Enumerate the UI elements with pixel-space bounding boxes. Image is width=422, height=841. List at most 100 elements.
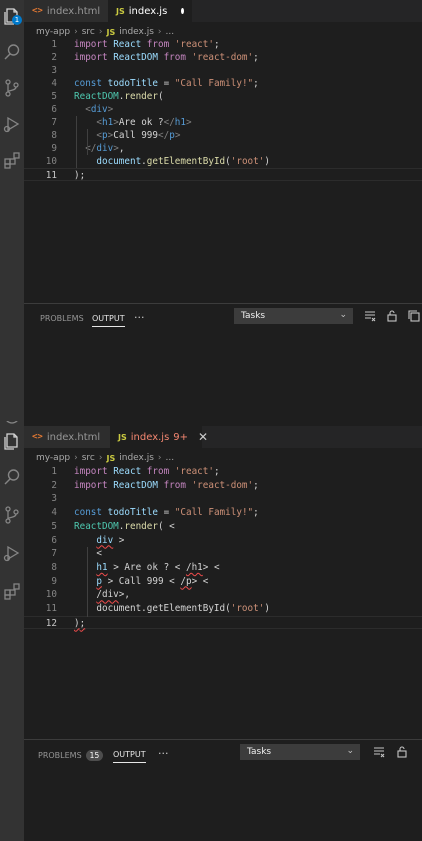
code-token: React: [113, 466, 147, 477]
line-number: 1: [51, 39, 57, 50]
tab-label: index.html: [46, 431, 101, 443]
code-line[interactable]: 3: [24, 492, 422, 505]
code-line[interactable]: 3: [24, 64, 422, 77]
code-token: document.: [96, 603, 147, 614]
tab-output[interactable]: OUTPUT: [113, 750, 146, 763]
code-token: ;: [253, 78, 259, 89]
copy-icon[interactable]: [407, 309, 421, 323]
code-token: ;: [253, 52, 259, 63]
tab-index-js[interactable]: JS index.js: [108, 0, 192, 22]
code-token: =: [163, 507, 175, 519]
code-line[interactable]: 10 /div>,: [24, 588, 422, 601]
code-line[interactable]: 6 <div>: [24, 103, 422, 116]
code-editor[interactable]: 1 import React from 'react'; 2 import React…: [24, 38, 422, 298]
code-text: document.getElementById('root'): [74, 155, 270, 168]
run-debug-icon[interactable]: [2, 543, 22, 563]
code-line[interactable]: 12);: [24, 615, 422, 629]
source-control-icon[interactable]: [2, 78, 22, 98]
output-channel-select[interactable]: Tasks ⌄: [234, 308, 353, 324]
line-number: 6: [51, 104, 57, 115]
line-number: 7: [51, 548, 57, 560]
unsaved-dot-icon[interactable]: [181, 8, 184, 14]
explorer-icon[interactable]: 1: [2, 6, 22, 26]
line-number: 3: [51, 493, 57, 505]
tab-index-html[interactable]: <> index.html: [24, 0, 108, 22]
clear-output-icon[interactable]: [363, 309, 377, 323]
code-line[interactable]: 5 ReactDOM.render( <: [24, 520, 422, 533]
js-file-icon: JS: [118, 432, 127, 442]
extensions-icon[interactable]: [2, 150, 22, 170]
search-icon[interactable]: [2, 467, 22, 487]
code-line[interactable]: 8 <p>Call 999</p>: [24, 129, 422, 142]
tab-label: index.js: [130, 431, 170, 443]
more-actions-icon[interactable]: ···: [158, 747, 169, 760]
code-token: >: [174, 130, 181, 141]
breadcrumb-item[interactable]: src: [82, 27, 95, 37]
js-file-icon: JS: [106, 453, 116, 463]
account-icon[interactable]: [2, 421, 22, 426]
code-line[interactable]: 6 div >: [24, 534, 422, 547]
code-line[interactable]: 7 <h1>Are ok ?</h1>: [24, 116, 422, 129]
code-line[interactable]: 2 import ReactDOM from 'react-dom';: [24, 479, 422, 492]
code-line[interactable]: 10 document.getElementById('root'): [24, 155, 422, 168]
tab-label: index.js: [128, 5, 168, 17]
output-channel-select[interactable]: Tasks ⌄: [240, 744, 360, 760]
code-line[interactable]: 2 import ReactDOM from 'react-dom';: [24, 51, 422, 64]
code-line[interactable]: 4 const todoTitle = "Call Family!";: [24, 77, 422, 90]
tab-output[interactable]: OUTPUT: [92, 314, 125, 327]
code-token: </: [158, 130, 170, 141]
code-token: document: [96, 156, 142, 167]
code-line[interactable]: 8 h1 > Are ok ? < /h1> <: [24, 561, 422, 574]
tab-bar: <> index.html JS index.js 9+ ✕: [24, 426, 422, 448]
code-line[interactable]: 9 </div>,: [24, 142, 422, 155]
code-line[interactable]: 9 p > Call 999 < /p> <: [24, 575, 422, 588]
chevron-down-icon: ⌄: [346, 746, 354, 756]
code-text: const todoTitle = "Call Family!";: [74, 77, 259, 90]
line-number: 2: [51, 479, 57, 491]
code-line[interactable]: 11 document.getElementById('root'): [24, 602, 422, 615]
code-line[interactable]: 1 import React from 'react';: [24, 465, 422, 478]
close-icon[interactable]: ✕: [198, 430, 208, 444]
code-line[interactable]: 7 <: [24, 547, 422, 560]
code-token: <: [74, 548, 102, 560]
tab-problems[interactable]: PROBLEMS: [40, 314, 84, 323]
code-text: /div>,: [74, 588, 130, 601]
breadcrumb-item[interactable]: src: [82, 453, 95, 463]
line-number: 5: [51, 520, 57, 532]
code-token: getElementById(: [146, 603, 231, 614]
explorer-icon[interactable]: [2, 431, 22, 451]
code-token: > Call 999 <: [102, 575, 181, 587]
tab-problems[interactable]: PROBLEMS 15: [38, 750, 104, 761]
line-number: 9: [51, 575, 57, 587]
search-icon[interactable]: [2, 42, 22, 62]
code-token: todoTitle: [107, 507, 164, 519]
tab-index-js[interactable]: JS index.js 9+ ✕: [110, 426, 208, 448]
line-number: 1: [51, 466, 57, 477]
code-line[interactable]: 4 const todoTitle = "Call Family!";: [24, 506, 422, 519]
more-actions-icon[interactable]: ···: [134, 311, 145, 324]
code-token: from: [163, 479, 192, 491]
code-line[interactable]: 11);: [24, 168, 422, 181]
code-line[interactable]: 5 ReactDOM.render(: [24, 90, 422, 103]
run-debug-icon[interactable]: [2, 114, 22, 134]
breadcrumb-item[interactable]: ...: [166, 453, 175, 463]
breadcrumb-item[interactable]: ...: [166, 27, 175, 37]
lock-icon[interactable]: [385, 309, 399, 323]
code-editor[interactable]: 1 import React from 'react'; 2 import React…: [24, 465, 422, 725]
source-control-icon[interactable]: [2, 505, 22, 525]
breadcrumb-item[interactable]: my-app: [36, 27, 70, 37]
lock-icon[interactable]: [395, 745, 409, 759]
tab-index-html[interactable]: <> index.html: [24, 426, 110, 448]
code-text: ReactDOM.render(: [74, 90, 164, 103]
extensions-icon[interactable]: [2, 581, 22, 601]
breadcrumb-item[interactable]: index.js: [119, 27, 154, 37]
breadcrumb-item[interactable]: index.js: [119, 453, 154, 463]
breadcrumb-item[interactable]: my-app: [36, 453, 70, 463]
clear-output-icon[interactable]: [372, 745, 386, 759]
code-line[interactable]: 1 import React from 'react';: [24, 38, 422, 51]
code-token: > Are ok ? <: [107, 561, 186, 573]
line-number: 5: [51, 91, 57, 102]
